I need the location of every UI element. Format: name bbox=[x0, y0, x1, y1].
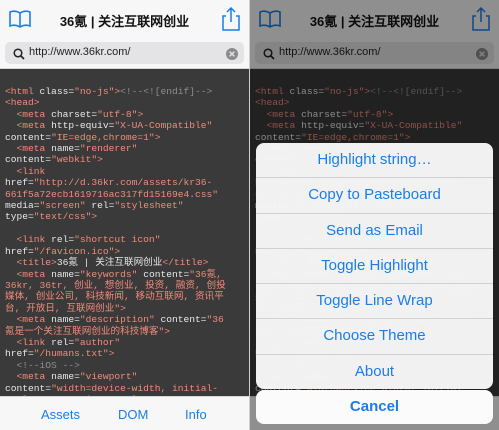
page-title: 36氪 | 关注互联网创业 bbox=[59, 14, 190, 29]
code-token: "webkit" bbox=[51, 154, 98, 166]
code-token: name= bbox=[51, 268, 80, 280]
code-token: > bbox=[137, 108, 144, 120]
code-token: "screen" bbox=[39, 200, 92, 212]
code-token: content= bbox=[143, 268, 190, 280]
toggle-highlight-button[interactable]: Toggle Highlight bbox=[256, 249, 493, 285]
code-token: <meta bbox=[5, 268, 52, 280]
highlight-string-button[interactable]: Highlight string… bbox=[256, 143, 493, 179]
code-token: "keywords" bbox=[79, 268, 144, 280]
code-token: media= bbox=[5, 200, 40, 212]
code-token: 媒体, 创业公司, 科技新闻, 移动互联网, 资讯平 bbox=[5, 291, 224, 303]
code-token: type= bbox=[5, 211, 34, 223]
code-token: "shortcut icon" bbox=[74, 234, 161, 246]
code-token: rel= bbox=[91, 200, 115, 212]
tab-assets[interactable]: Assets bbox=[41, 407, 80, 422]
code-token: "viewport" bbox=[79, 371, 138, 383]
code-token: <!--<![endif]--> bbox=[120, 86, 213, 97]
code-token: "36氪, bbox=[189, 268, 222, 280]
code-token: name= bbox=[51, 371, 80, 383]
clear-icon[interactable] bbox=[226, 47, 238, 65]
share-icon[interactable] bbox=[222, 6, 240, 36]
code-token: > bbox=[164, 325, 171, 337]
code-token: name= bbox=[51, 314, 80, 326]
right-screen: 36氪 | 关注互联网创业 http://www.36kr.com/ <html… bbox=[250, 0, 499, 430]
code-token: 36氪 | 关注互联网创业 bbox=[56, 257, 163, 269]
code-token: name= bbox=[51, 143, 80, 155]
code-token: 36kr, 36tr, 创业, 想创业, 投资, 融资, 创投 bbox=[5, 279, 226, 291]
tab-dom[interactable]: DOM bbox=[118, 407, 148, 422]
code-token: 台, 开放日, 互联网创业" bbox=[5, 302, 121, 314]
code-token: "/humans.txt" bbox=[33, 348, 109, 360]
code-token: content= bbox=[5, 131, 52, 143]
code-token: rel= bbox=[51, 234, 75, 246]
code-token: "author" bbox=[74, 336, 121, 348]
code-token: content= bbox=[5, 154, 52, 166]
code-token: </title> bbox=[162, 257, 209, 269]
url-text: http://www.36kr.com/ bbox=[29, 46, 131, 58]
left-screen: 36氪 | 关注互联网创业 http://www.36kr.com/ <html… bbox=[0, 0, 249, 430]
code-token: <title> bbox=[5, 257, 57, 269]
code-token: <link bbox=[5, 234, 52, 246]
code-token: "text/css" bbox=[33, 211, 92, 223]
bottom-tab-bar: Assets DOM Info bbox=[0, 396, 249, 430]
search-icon bbox=[13, 47, 25, 65]
code-token: <!--iOS --> bbox=[5, 359, 80, 371]
code-token: <meta bbox=[5, 371, 52, 383]
action-sheet: Highlight string… Copy to Pasteboard Sen… bbox=[256, 143, 493, 390]
cancel-button[interactable]: Cancel bbox=[256, 390, 493, 424]
code-token: href= bbox=[5, 245, 34, 257]
code-token: > bbox=[154, 131, 161, 143]
code-token: "utf-8" bbox=[97, 108, 138, 120]
code-token: href= bbox=[5, 177, 34, 189]
code-token: > bbox=[108, 348, 115, 360]
code-token: 661f5a72ecb1619716ac317fd15169e4.css" bbox=[5, 188, 219, 200]
code-token: rel= bbox=[51, 336, 75, 348]
code-token: > bbox=[114, 245, 121, 257]
code-token: "X-UA-Compatible" bbox=[114, 120, 213, 132]
code-token: charset= bbox=[51, 108, 98, 120]
code-token: > bbox=[91, 211, 98, 223]
code-token: "36 bbox=[206, 314, 224, 326]
code-token: <meta bbox=[5, 314, 52, 326]
tab-info[interactable]: Info bbox=[185, 407, 207, 422]
book-icon[interactable] bbox=[9, 10, 31, 33]
toggle-line-wrap-button[interactable]: Toggle Line Wrap bbox=[256, 284, 493, 320]
send-as-email-button[interactable]: Send as Email bbox=[256, 214, 493, 249]
choose-theme-button[interactable]: Choose Theme bbox=[256, 319, 493, 355]
about-button[interactable]: About bbox=[256, 355, 493, 389]
code-token: "stylesheet" bbox=[114, 200, 184, 212]
code-token: content= bbox=[5, 382, 52, 394]
url-field[interactable]: http://www.36kr.com/ bbox=[5, 42, 244, 64]
code-token: <link bbox=[5, 336, 52, 348]
source-code-view[interactable]: <html class="no-js" > <!--<![endif]--> <he… bbox=[0, 69, 249, 396]
code-token: class= bbox=[39, 86, 75, 97]
code-token: > bbox=[120, 302, 126, 314]
code-token: "description" bbox=[79, 314, 161, 326]
code-token: <meta bbox=[5, 108, 52, 120]
code-token: "renderer" bbox=[79, 143, 138, 155]
top-bar: 36氪 | 关注互联网创业 bbox=[0, 0, 249, 38]
copy-to-pasteboard-button[interactable]: Copy to Pasteboard bbox=[256, 178, 493, 214]
source-code-text: <html class="no-js" > <!--<![endif]--> <he… bbox=[0, 69, 249, 396]
code-token: <html bbox=[5, 86, 40, 97]
code-token: http-equiv= bbox=[51, 120, 115, 132]
code-token: <meta bbox=[5, 143, 52, 155]
code-token: "IE=edge,chrome=1" bbox=[51, 131, 155, 143]
url-bar: http://www.36kr.com/ bbox=[0, 38, 249, 69]
code-token: > bbox=[97, 154, 103, 166]
code-token: href= bbox=[5, 348, 34, 360]
code-token: <meta bbox=[5, 120, 52, 132]
code-token: 氪是一个关注互联网创业的科技博客" bbox=[5, 325, 165, 337]
code-token: "no-js" bbox=[74, 86, 115, 97]
code-token: content= bbox=[160, 314, 207, 326]
code-token: "/favicon.ico" bbox=[33, 245, 115, 257]
code-token: <head> bbox=[5, 97, 40, 109]
code-token: <link bbox=[5, 165, 46, 177]
code-token: "width=device-width, initial- bbox=[51, 382, 219, 394]
code-token: "http://d.36kr.com/assets/kr36- bbox=[33, 177, 213, 189]
